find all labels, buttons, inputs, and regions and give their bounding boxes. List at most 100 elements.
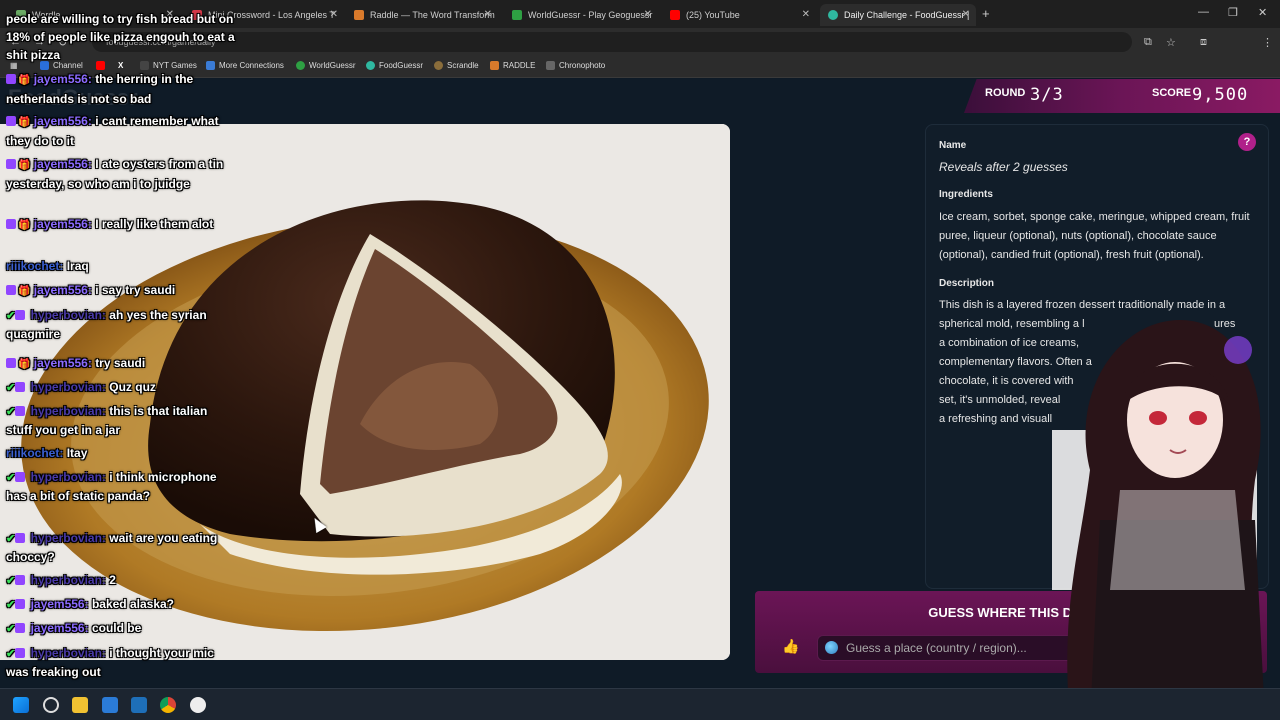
verified-badge-icon: ✔ <box>6 406 16 418</box>
bookmark-foodguessr[interactable]: FoodGuessr <box>366 61 423 70</box>
description-label: Description <box>939 278 995 289</box>
thumbs-up-icon[interactable]: 👍 <box>782 638 799 655</box>
verified-badge-icon: ✔ <box>6 623 16 635</box>
chat-message: ✔ hyperbovian: i thought your mic was fr… <box>6 644 236 681</box>
chat-username: jayem556: <box>33 157 92 171</box>
ingredients-label: Ingredients <box>939 189 993 200</box>
bookmark-label: RADDLE <box>503 61 536 70</box>
chat-username: hyperbovian: <box>30 573 106 587</box>
close-tab-icon[interactable]: ✕ <box>802 9 810 20</box>
menu-kebab-icon[interactable]: ⋮ <box>1262 36 1273 49</box>
subscriber-badge-icon <box>6 116 16 126</box>
chat-message: 🎁 jayem556: i say try saudi <box>6 281 236 301</box>
chat-username: jayem556: <box>33 356 92 370</box>
chat-message: riiikochet: Itay <box>6 444 236 462</box>
bookmark-worldguessr[interactable]: WorldGuessr <box>296 61 356 70</box>
chat-username: hyperbovian: <box>30 380 106 394</box>
subscriber-badge-icon <box>6 74 16 84</box>
verified-badge-icon: ✔ <box>6 472 16 484</box>
round-score-bar: ROUND 3/3 SCORE 9,500 <box>964 79 1280 113</box>
install-app-icon[interactable]: ⧉ <box>1144 36 1152 49</box>
tab-label: Daily Challenge - FoodGuessr | <box>844 10 970 20</box>
chat-message: 🎁 jayem556: try saudi <box>6 354 236 374</box>
chrome-icon[interactable] <box>160 697 176 713</box>
bookmark-label: Chronophoto <box>559 61 606 70</box>
subscriber-badge-icon <box>15 382 26 392</box>
chat-username: jayem556: <box>33 114 92 128</box>
help-icon[interactable]: ? <box>1238 133 1256 151</box>
photos-icon[interactable] <box>102 697 118 713</box>
tab-youtube[interactable]: (25) YouTube ✕ <box>662 4 816 26</box>
screen: Wordle ✕ Mini Crossword - Los Angeles T … <box>0 0 1280 720</box>
close-tab-icon[interactable]: ✕ <box>330 9 338 20</box>
chat-username: riiikochet: <box>6 259 64 273</box>
chat-username: jayem556: <box>33 283 92 297</box>
bookmark-label: FoodGuessr <box>379 61 424 70</box>
chat-text: Iraq <box>66 259 89 273</box>
chat-message: ✔ hyperbovian: wait are you eating chocc… <box>6 529 236 566</box>
chat-username: hyperbovian: <box>30 308 106 322</box>
gift-badge-icon: 🎁 <box>18 286 31 297</box>
maximize-icon[interactable]: ❐ <box>1228 6 1238 19</box>
chat-text: Quz quz <box>109 380 156 394</box>
foodguessr-icon <box>828 10 838 20</box>
bookmark-star-icon[interactable]: ☆ <box>1166 36 1176 49</box>
round-value: 3/3 <box>1030 85 1064 105</box>
gift-badge-icon: 🎁 <box>18 117 31 128</box>
notifications-icon[interactable] <box>43 697 59 713</box>
vscode-icon[interactable] <box>131 697 147 713</box>
tab-label: (25) YouTube <box>686 10 740 20</box>
verified-badge-icon: ✔ <box>6 648 16 660</box>
subscriber-badge-icon <box>15 599 26 609</box>
tab-label: WorldGuessr - Play Geoguessr <box>528 10 653 20</box>
address-bar[interactable]: foodguessr.com/game/daily <box>92 32 1132 52</box>
chat-username: hyperbovian: <box>30 470 106 484</box>
bookmark-raddle[interactable]: RADDLE <box>490 61 535 70</box>
verified-badge-icon: ✔ <box>6 533 16 545</box>
file-explorer-icon[interactable] <box>72 697 88 713</box>
bookmark-label: Scrandle <box>447 61 479 70</box>
chat-message: 🎁 jayem556: I really like them alot <box>6 215 236 235</box>
close-tab-icon[interactable]: ✕ <box>484 9 492 20</box>
vtuber-avatar <box>1052 320 1265 720</box>
chat-text: 2 <box>109 573 116 587</box>
subscriber-badge-icon <box>6 219 16 229</box>
windows-start-icon[interactable] <box>13 697 29 713</box>
chat-text: could be <box>91 621 142 635</box>
chat-text: baked alaska? <box>91 597 175 611</box>
subscriber-badge-icon <box>15 310 26 320</box>
bookmark-scrandle[interactable]: Scrandle <box>434 61 479 70</box>
subscriber-badge-icon <box>15 406 26 416</box>
chat-text: peole are willing to try fish bread but … <box>6 12 235 62</box>
extensions-icon[interactable]: ⧈ <box>1200 36 1207 49</box>
raddle-icon <box>490 61 499 70</box>
chat-message: ✔ jayem556: could be <box>6 619 236 638</box>
subscriber-badge-icon <box>15 472 26 482</box>
close-window-icon[interactable]: ✕ <box>1258 6 1267 19</box>
chat-message: ✔ hyperbovian: ah yes the syrian quagmir… <box>6 306 236 343</box>
bookmark-label: WorldGuessr <box>309 61 356 70</box>
bookmark-chronophoto[interactable]: Chronophoto <box>546 61 605 70</box>
tab-raddle[interactable]: Raddle — The Word Transform ✕ <box>346 4 498 26</box>
chat-username: riiikochet: <box>6 446 64 460</box>
gift-badge-icon: 🎁 <box>18 160 31 171</box>
obs-icon[interactable] <box>190 697 206 713</box>
chat-message: peole are willing to try fish bread but … <box>6 10 236 64</box>
tab-foodguessr[interactable]: Daily Challenge - FoodGuessr | ✕ <box>820 4 976 26</box>
chat-text: I really like them alot <box>95 217 214 231</box>
tab-worldguessr[interactable]: WorldGuessr - Play Geoguessr ✕ <box>504 4 658 26</box>
chat-message: ✔ hyperbovian: i think microphone has a … <box>6 468 236 505</box>
close-tab-icon[interactable]: ✕ <box>644 9 652 20</box>
subscriber-badge-icon <box>15 623 26 633</box>
name-value: Reveals after 2 guesses <box>939 160 1068 174</box>
chat-username: jayem556: <box>33 72 92 86</box>
verified-badge-icon: ✔ <box>6 310 16 322</box>
foodguessr-icon <box>366 61 375 70</box>
new-tab-icon[interactable]: + <box>982 6 990 21</box>
chat-username: hyperbovian: <box>30 646 106 660</box>
raddle-icon <box>354 10 364 20</box>
close-tab-icon[interactable]: ✕ <box>962 9 970 20</box>
minimize-icon[interactable]: — <box>1198 6 1209 18</box>
scrandle-icon <box>434 61 443 70</box>
tab-label: Raddle — The Word Transform <box>370 10 495 20</box>
